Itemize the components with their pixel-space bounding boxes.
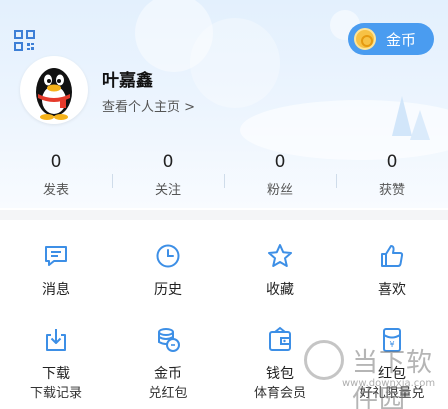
menu-row-sublabels: 下载记录 兑红包 体育会员 好礼限量兑: [0, 382, 448, 401]
coin-button[interactable]: 金币: [348, 23, 434, 55]
download-icon: [46, 329, 66, 351]
menu-item-limited-gifts[interactable]: 好礼限量兑: [336, 382, 448, 401]
menu-item-label: 好礼限量兑: [359, 386, 425, 401]
menu-item-label: 下载: [42, 366, 70, 382]
svg-text:¥: ¥: [389, 340, 394, 349]
menu-item-label: 红包: [378, 366, 406, 382]
stat-likes[interactable]: 0 获赞: [336, 150, 448, 200]
stat-label: 关注: [154, 183, 181, 198]
stat-following[interactable]: 0 关注: [112, 150, 224, 200]
menu-item-download-records[interactable]: 下载记录: [0, 382, 112, 401]
menu-item-label: 下载记录: [29, 386, 82, 401]
menu-item-label: 钱包: [266, 366, 294, 382]
gold-coin-icon: [354, 28, 376, 50]
stat-followers[interactable]: 0 粉丝: [224, 150, 336, 200]
menu-item-label: 兑红包: [148, 386, 188, 401]
stat-label: 获赞: [378, 183, 405, 198]
decor-tree: [392, 96, 412, 136]
menu-grid: 消息 历史 收藏 喜欢 下载 金币 钱包 ¥ 红包: [0, 232, 448, 400]
stat-posts[interactable]: 0 发表: [0, 150, 112, 200]
wallet-icon: [269, 326, 291, 351]
profile-header: 金币 叶嘉鑫 查看个人主页 > 0 发表 0 关注 0 粉丝 0 获赞: [0, 0, 448, 208]
stat-label: 粉丝: [266, 183, 293, 198]
menu-item-redeem-red-packet[interactable]: 兑红包: [112, 382, 224, 401]
menu-item-label: 消息: [42, 282, 70, 298]
menu-item-label: 历史: [154, 282, 182, 298]
menu-item-favorites[interactable]: 收藏: [224, 232, 336, 316]
decor-tree: [410, 110, 430, 140]
menu-item-likes[interactable]: 喜欢: [336, 232, 448, 316]
stat-value: 0: [386, 152, 398, 172]
stat-value: 0: [50, 152, 62, 172]
view-profile-link[interactable]: 查看个人主页 >: [102, 96, 195, 115]
menu-item-label: 体育会员: [253, 386, 306, 401]
coin-button-label: 金币: [386, 30, 417, 49]
clock-icon: [156, 244, 180, 268]
menu-item-sports-membership[interactable]: 体育会员: [224, 382, 336, 401]
star-icon: [268, 244, 292, 267]
qr-code-icon[interactable]: [14, 30, 35, 51]
avatar[interactable]: [20, 56, 88, 124]
username: 叶嘉鑫: [102, 71, 153, 91]
stat-value: 0: [274, 152, 286, 172]
thumbs-up-icon: [381, 245, 404, 267]
section-divider: [0, 210, 448, 220]
message-icon: [45, 246, 67, 266]
menu-item-label: 金币: [154, 366, 182, 382]
stat-label: 发表: [42, 183, 69, 198]
menu-item-label: 收藏: [266, 282, 294, 298]
decor-bubble: [190, 18, 280, 108]
red-packet-icon: ¥: [383, 328, 401, 352]
menu-item-history[interactable]: 历史: [112, 232, 224, 316]
coins-icon: [158, 328, 180, 352]
menu-row: 消息 历史 收藏 喜欢: [0, 232, 448, 316]
stat-value: 0: [162, 152, 174, 172]
menu-item-messages[interactable]: 消息: [0, 232, 112, 316]
penguin-avatar-icon: [36, 68, 72, 120]
menu-item-label: 喜欢: [378, 282, 406, 298]
stats-bar: 0 发表 0 关注 0 粉丝 0 获赞: [0, 150, 448, 200]
